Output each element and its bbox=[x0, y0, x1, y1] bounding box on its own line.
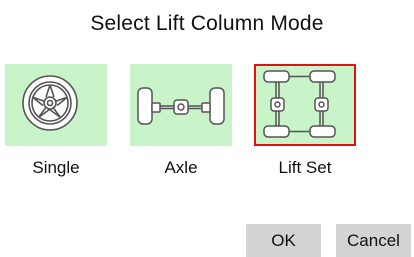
mode-label-single: Single bbox=[32, 158, 80, 177]
mode-option-lift-set[interactable]: Lift Set bbox=[254, 64, 356, 184]
mode-option-axle[interactable]: Axle bbox=[130, 64, 232, 184]
axle-icon bbox=[137, 87, 225, 125]
mode-label-axle: Axle bbox=[164, 158, 198, 177]
wheel-icon bbox=[22, 75, 78, 131]
mode-tile-lift-set[interactable] bbox=[254, 64, 356, 146]
mode-option-single[interactable]: Single bbox=[5, 64, 107, 184]
mode-tile-single[interactable] bbox=[5, 64, 107, 146]
lift-set-icon bbox=[263, 70, 336, 138]
ok-button[interactable]: OK bbox=[246, 224, 321, 257]
mode-tile-axle[interactable] bbox=[130, 64, 232, 146]
cancel-button[interactable]: Cancel bbox=[336, 224, 411, 257]
dialog-title: Select Lift Column Mode bbox=[90, 12, 324, 35]
mode-label-lift-set: Lift Set bbox=[278, 158, 332, 177]
